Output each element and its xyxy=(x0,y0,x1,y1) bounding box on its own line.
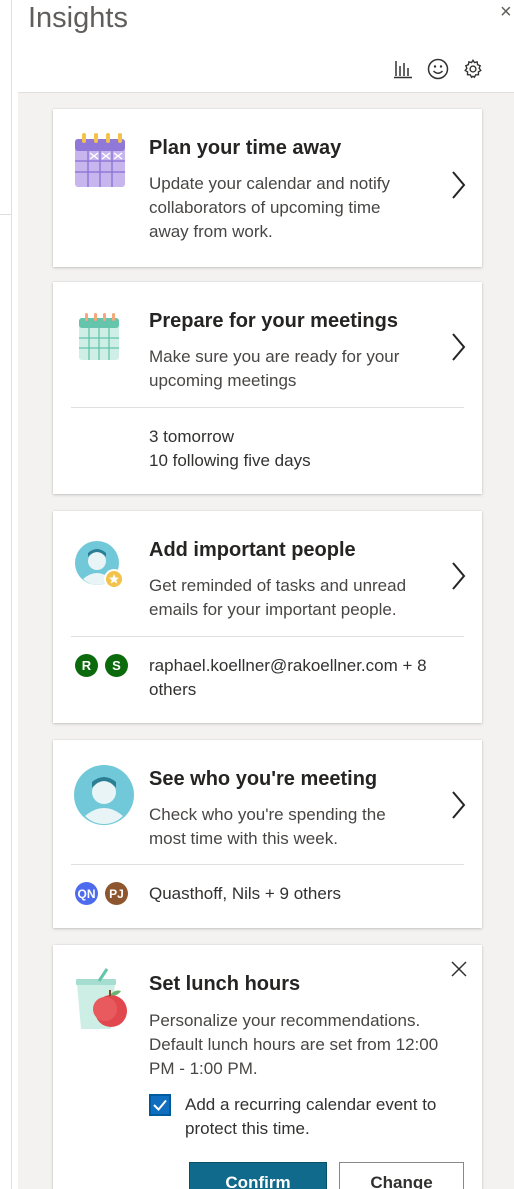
card-title: Plan your time away xyxy=(149,137,342,159)
card-description: Personalize your recommendations. Defaul… xyxy=(149,1011,439,1078)
person-icon xyxy=(73,764,135,826)
important-people-list: raphael.koellner@rakoellner.com + 8 othe… xyxy=(149,656,427,699)
avatar: S xyxy=(105,654,128,677)
header-toolbar xyxy=(390,56,486,82)
meeting-people-list: Quasthoff, Nils + 9 others xyxy=(149,884,341,903)
card-who-meeting[interactable]: See who you're meeting Check who you're … xyxy=(53,740,482,928)
left-panel-edge xyxy=(0,0,12,1189)
card-title: Set lunch hours xyxy=(149,973,301,995)
meetings-following-count: 10 following five days xyxy=(149,451,311,470)
card-description: Update your calendar and notify collabor… xyxy=(149,174,390,241)
confirm-button[interactable]: Confirm xyxy=(189,1162,327,1189)
checkbox-label: Add a recurring calendar event to protec… xyxy=(185,1095,437,1138)
card-title: Prepare for your meetings xyxy=(149,310,398,332)
card-description: Check who you're spending the most time … xyxy=(149,805,386,848)
calendar-icon xyxy=(73,310,129,370)
insights-content: Plan your time away Update your calendar… xyxy=(18,93,514,1189)
chart-icon[interactable] xyxy=(390,56,416,82)
lunch-icon xyxy=(73,967,133,1031)
smiley-icon[interactable] xyxy=(425,56,451,82)
chevron-right-icon[interactable] xyxy=(448,331,468,363)
card-important-people[interactable]: Add important people Get reminded of tas… xyxy=(53,511,482,723)
insights-header: Insights × xyxy=(18,0,514,93)
avatar: R xyxy=(75,654,98,677)
card-meetings[interactable]: Prepare for your meetings Make sure you … xyxy=(53,282,482,494)
close-icon[interactable] xyxy=(450,960,468,978)
person-star-icon xyxy=(73,539,129,599)
chevron-right-icon[interactable] xyxy=(448,789,468,821)
page-title: Insights xyxy=(28,2,128,34)
chevron-right-icon[interactable] xyxy=(448,169,468,201)
avatar: PJ xyxy=(105,882,128,905)
gear-icon[interactable] xyxy=(460,56,486,82)
card-divider xyxy=(71,407,464,408)
meetings-tomorrow-count: 3 tomorrow xyxy=(149,427,235,446)
card-description: Make sure you are ready for your upcomin… xyxy=(149,347,400,390)
calendar-away-icon xyxy=(73,131,129,191)
card-title: Add important people xyxy=(149,539,356,561)
avatar: QN xyxy=(75,882,98,905)
card-divider xyxy=(71,864,464,865)
change-button[interactable]: Change xyxy=(339,1162,464,1189)
close-icon[interactable]: × xyxy=(500,2,514,22)
card-divider xyxy=(71,636,464,637)
card-lunch-hours: Set lunch hours Personalize your recomme… xyxy=(53,945,482,1189)
recurring-event-checkbox[interactable] xyxy=(149,1094,171,1116)
card-time-away[interactable]: Plan your time away Update your calendar… xyxy=(53,109,482,267)
chevron-right-icon[interactable] xyxy=(448,560,468,592)
card-title: See who you're meeting xyxy=(149,768,378,790)
card-description: Get reminded of tasks and unread emails … xyxy=(149,576,407,619)
